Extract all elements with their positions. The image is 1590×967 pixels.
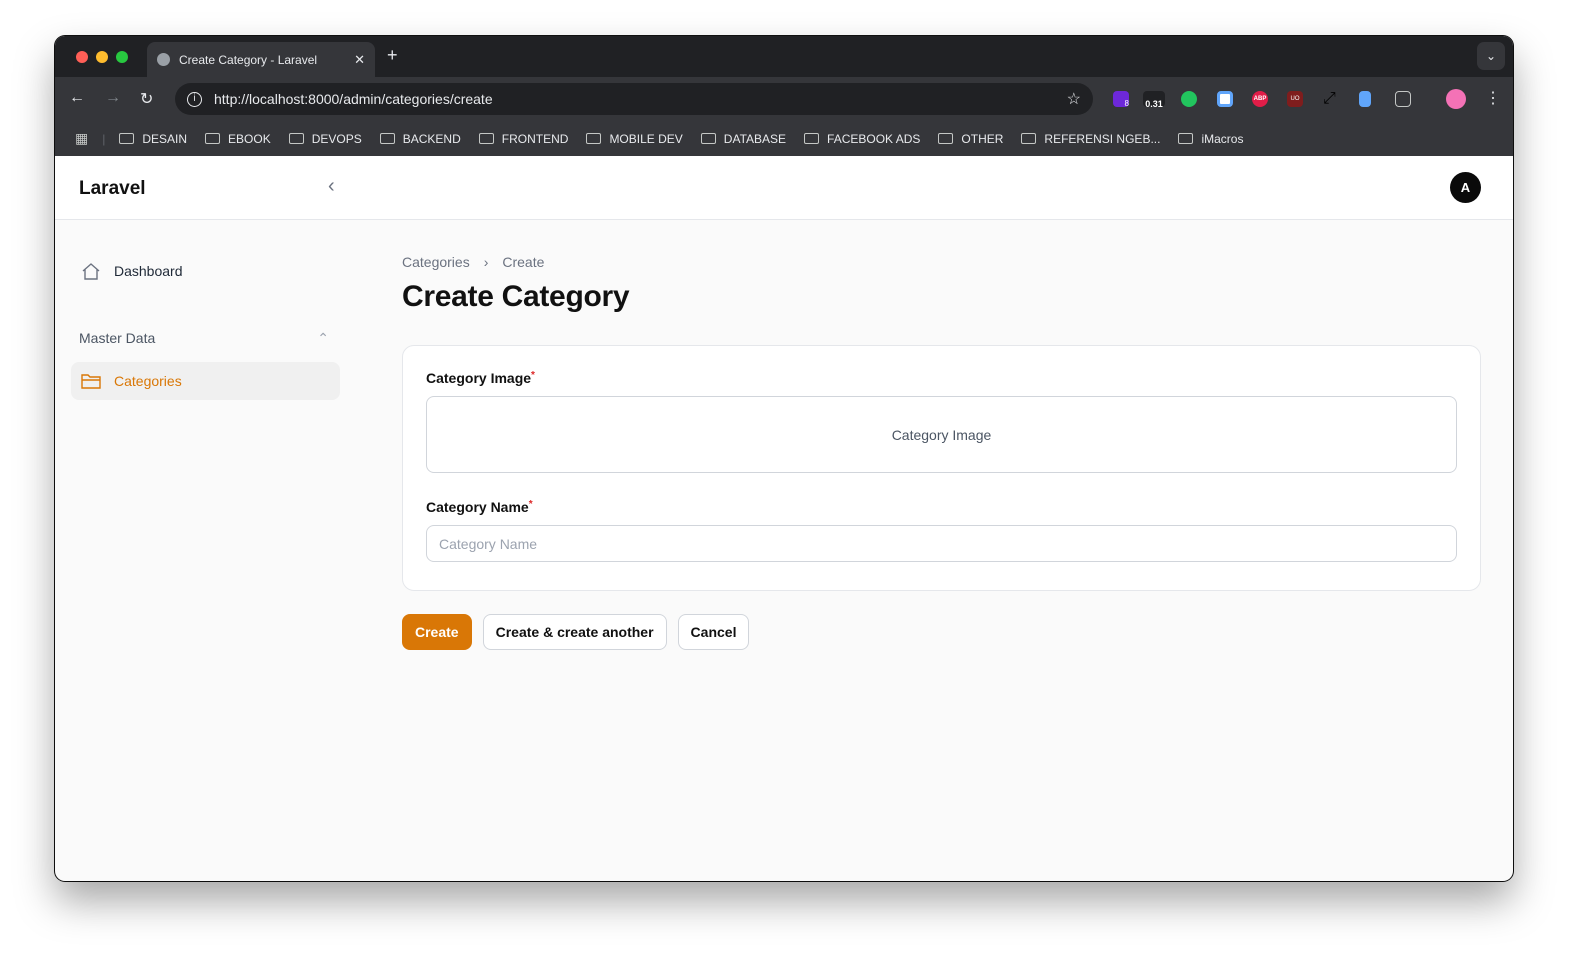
category-image-label: Category Image* (426, 370, 1457, 386)
folder-icon (586, 133, 602, 144)
category-image-dropzone[interactable]: Category Image (426, 396, 1457, 473)
globe-icon (157, 53, 170, 66)
maximize-window-button[interactable] (116, 51, 128, 63)
required-mark: * (528, 499, 533, 510)
sidebar-item-categories[interactable]: Categories (71, 362, 340, 400)
cancel-button[interactable]: Cancel (677, 614, 750, 650)
bookmark-item[interactable]: DATABASE (700, 131, 787, 146)
breadcrumb-create: Create (502, 254, 545, 270)
page-title: Create Category (402, 280, 630, 313)
browser-toolbar: ← → ↻ i http://localhost:8000/admin/cate… (55, 77, 1513, 121)
sidebar-item-label: Categories (114, 373, 182, 389)
category-name-input[interactable] (426, 525, 1457, 562)
bookmark-item[interactable]: OTHER (938, 132, 1003, 146)
label-text: Category Name (426, 499, 529, 515)
sidebar-item-dashboard[interactable]: Dashboard (71, 252, 340, 290)
bookmark-label: OTHER (961, 131, 1004, 146)
form-actions: Create Create & create another Cancel (402, 614, 1481, 650)
address-bar[interactable]: i http://localhost:8000/admin/categories… (175, 83, 1093, 115)
minimize-window-button[interactable] (96, 51, 108, 63)
back-button[interactable]: ← (69, 89, 85, 107)
browser-window: Create Category - Laravel ✕ + ⌄ ← → ↻ i … (55, 36, 1513, 881)
bookmark-item[interactable]: FRONTEND (478, 131, 569, 146)
bookmark-item[interactable]: EBOOK (205, 132, 271, 146)
main-content: Categories › Create Create Category Cate… (402, 220, 1481, 650)
bookmark-label: FRONTEND (501, 131, 569, 146)
breadcrumb-categories[interactable]: Categories (402, 254, 470, 270)
breadcrumb: Categories › Create (402, 254, 1481, 270)
resize-extension-icon[interactable]: ⤢ (1323, 91, 1339, 107)
home-icon (82, 263, 100, 280)
brand-logo[interactable]: Laravel (79, 178, 146, 200)
extension-icon[interactable]: 0.31 (1143, 91, 1165, 109)
required-mark: * (531, 370, 535, 381)
extension-icon[interactable] (1217, 91, 1233, 107)
folder-icon (81, 374, 101, 389)
adblock-icon[interactable]: ABP (1252, 91, 1268, 107)
bookmark-item[interactable]: BACKEND (379, 131, 461, 146)
menu-kebab-icon[interactable]: ⋮ (1485, 91, 1501, 107)
folder-icon (1021, 133, 1037, 144)
close-window-button[interactable] (76, 51, 88, 63)
folder-icon (288, 133, 304, 144)
user-avatar[interactable]: A (1450, 172, 1481, 203)
tab-title: Create Category - Laravel (179, 52, 318, 67)
bookmark-item[interactable]: MOBILE DEV (586, 131, 683, 146)
profile-avatar[interactable] (1446, 89, 1466, 109)
bookmark-label: FACEBOOK ADS (827, 131, 921, 146)
sidebar-item-label: Dashboard (114, 263, 183, 279)
bookmark-label: BACKEND (402, 131, 461, 146)
folder-icon (478, 133, 494, 144)
bookmark-item[interactable]: DESAIN (119, 132, 187, 146)
group-label: Master Data (79, 330, 156, 346)
extension-icon[interactable] (1181, 91, 1197, 107)
folder-icon (205, 133, 221, 144)
bookmark-label: REFERENSI NGEB... (1044, 131, 1161, 146)
bookmark-label: MOBILE DEV (609, 131, 683, 146)
create-another-button[interactable]: Create & create another (482, 614, 667, 650)
bookmark-item[interactable]: DEVOPS (288, 131, 362, 146)
collapse-sidebar-chevron-icon[interactable]: ‹ (328, 175, 335, 198)
bookmark-label: DESAIN (142, 131, 188, 146)
app-header: Laravel ‹ A (55, 156, 1513, 220)
forward-button[interactable]: → (105, 89, 121, 107)
bookmark-item[interactable]: REFERENSI NGEB... (1021, 132, 1160, 146)
folder-icon (379, 133, 395, 144)
create-button[interactable]: Create (402, 614, 472, 650)
reload-button[interactable]: ↻ (140, 89, 153, 109)
category-name-label: Category Name* (426, 499, 1457, 515)
apps-grid-icon[interactable]: ▦ (75, 130, 88, 147)
tab-search-button[interactable]: ⌄ (1477, 42, 1505, 70)
form-card: Category Image* Category Image Category … (402, 345, 1481, 591)
new-tab-button[interactable]: + (387, 45, 398, 66)
bookmarks-bar: ▦ | DESAIN EBOOK DEVOPS BACKEND FRONTEND MOBI… (55, 121, 1513, 156)
breadcrumb-chevron-icon: › (483, 254, 489, 270)
dropzone-text: Category Image (891, 426, 992, 443)
sidebar-group-master-data[interactable]: Master Data ⌃ (79, 330, 329, 347)
ublock-icon[interactable]: UO (1287, 91, 1303, 107)
tab-bar: Create Category - Laravel ✕ + ⌄ (55, 36, 1513, 77)
folder-icon (938, 133, 954, 144)
folder-icon (700, 133, 716, 144)
bookmark-label: DATABASE (723, 131, 787, 146)
label-text: Category Image (426, 370, 532, 386)
bookmark-item[interactable]: FACEBOOK ADS (804, 132, 920, 146)
bookmark-label: DEVOPS (311, 131, 362, 146)
url-text: http://localhost:8000/admin/categories/c… (214, 91, 493, 107)
site-info-icon[interactable]: i (187, 91, 202, 107)
bookmark-label: EBOOK (228, 131, 271, 146)
extensions-puzzle-icon[interactable] (1395, 91, 1411, 107)
folder-icon (119, 133, 135, 144)
chevron-up-icon: ⌃ (317, 330, 329, 346)
extension-icon[interactable]: 8 (1113, 91, 1129, 108)
folder-icon (1178, 133, 1194, 144)
close-tab-icon[interactable]: ✕ (354, 52, 365, 68)
bookmark-star-icon[interactable]: ☆ (1067, 89, 1081, 109)
bookmark-item[interactable]: iMacros (1178, 132, 1243, 146)
extension-icon[interactable] (1359, 91, 1371, 107)
folder-icon (804, 133, 820, 144)
browser-tab[interactable]: Create Category - Laravel ✕ (147, 42, 375, 77)
bookmark-label: iMacros (1201, 131, 1244, 146)
divider: | (102, 131, 106, 146)
